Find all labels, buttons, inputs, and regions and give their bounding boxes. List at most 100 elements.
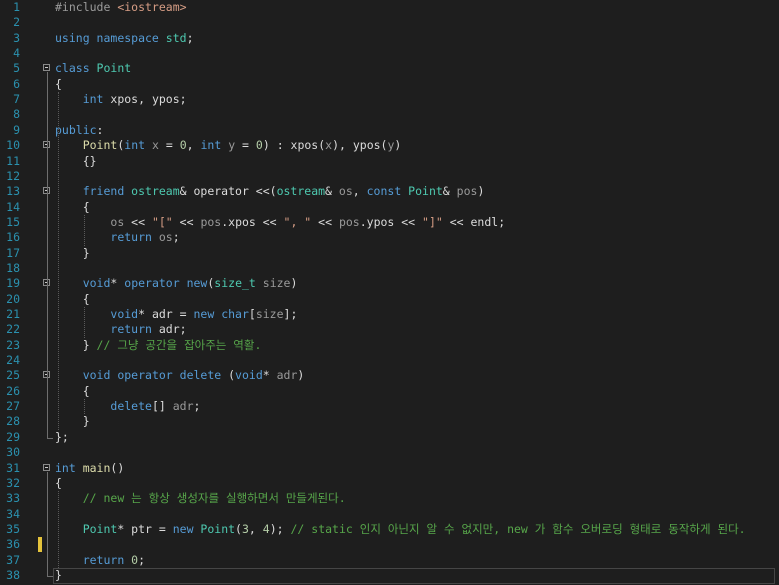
code-line[interactable]: 24 xyxy=(0,353,779,368)
line-number: 18 xyxy=(6,260,20,275)
code-token: ; xyxy=(186,30,194,45)
indent-guide xyxy=(84,307,85,338)
line-number: 13 xyxy=(6,184,20,199)
fold-outline xyxy=(47,195,48,257)
code-line[interactable]: 36 xyxy=(0,537,779,552)
code-token: new xyxy=(193,307,222,321)
code-text: public: xyxy=(55,123,103,138)
code-token: ( xyxy=(228,368,236,383)
code-line[interactable]: 12 xyxy=(0,169,779,184)
code-token: 3 xyxy=(241,521,249,536)
code-line[interactable]: 13 friend ostream& operator <<(ostream& … xyxy=(0,184,779,199)
code-text: }; xyxy=(55,430,69,445)
code-line[interactable]: 9 public: xyxy=(0,123,779,138)
code-token: <iostream> xyxy=(117,0,187,14)
code-line[interactable]: 37 return 0; xyxy=(0,553,779,568)
code-token: x xyxy=(151,138,159,153)
code-token: } xyxy=(55,245,90,260)
code-line[interactable]: 3 using namespace std; xyxy=(0,31,779,46)
code-token: // static 인지 아닌지 알 수 없지만, new 가 함수 오버로딩 … xyxy=(290,521,746,536)
code-line[interactable]: 6{ xyxy=(0,77,779,92)
code-line[interactable]: 11 {} xyxy=(0,154,779,169)
code-line[interactable]: 21 void* adr = new char[size]; xyxy=(0,307,779,322)
code-line[interactable]: 14 { xyxy=(0,200,779,215)
code-line[interactable]: 8 xyxy=(0,107,779,122)
code-text: void* operator new(size_t size) xyxy=(55,276,298,291)
code-token: delete xyxy=(179,368,229,383)
code-line[interactable]: 17 } xyxy=(0,246,779,261)
indent-guide xyxy=(84,214,85,246)
code-token: int xyxy=(124,138,152,153)
code-line[interactable]: 26 { xyxy=(0,384,779,399)
code-line[interactable]: 5 class Point xyxy=(0,61,779,76)
line-number: 28 xyxy=(6,414,20,429)
line-number: 16 xyxy=(6,230,20,245)
code-line[interactable]: 27 delete[] adr; xyxy=(0,399,779,414)
code-line[interactable]: 31 int main() xyxy=(0,461,779,476)
code-line[interactable]: 7 int xpos, ypos; xyxy=(0,92,779,107)
code-line[interactable]: 15 os << "[" << pos.xpos << ", " << pos.… xyxy=(0,215,779,230)
code-token: using xyxy=(55,30,97,45)
code-text: return 0; xyxy=(55,553,145,568)
code-token: * ptr = xyxy=(117,521,173,536)
code-token: 4 xyxy=(262,521,270,536)
fold-outline xyxy=(47,287,48,349)
line-number: 36 xyxy=(6,537,20,552)
code-token: { xyxy=(55,199,90,214)
code-line[interactable]: 19 void* operator new(size_t size) xyxy=(0,276,779,291)
line-number: 2 xyxy=(13,15,20,30)
code-token: ) xyxy=(394,138,402,153)
code-line[interactable]: 2 xyxy=(0,15,779,30)
code-token: = xyxy=(158,138,180,153)
line-number: 30 xyxy=(6,445,20,460)
code-text: using namespace std; xyxy=(55,31,194,46)
code-line[interactable]: 32 { xyxy=(0,476,779,491)
code-text: { xyxy=(55,292,90,307)
unsaved-change-marker xyxy=(38,537,42,553)
line-number: 9 xyxy=(13,122,20,137)
code-token: ]; xyxy=(283,307,298,321)
code-token: * xyxy=(262,368,277,383)
fold-outline-end xyxy=(47,437,53,439)
code-line[interactable]: 29}; xyxy=(0,430,779,445)
collapse-icon[interactable] xyxy=(43,463,50,471)
code-line[interactable]: 16 return os; xyxy=(0,230,779,245)
code-token: }; xyxy=(55,429,69,444)
code-token: ", " xyxy=(283,214,312,229)
code-line[interactable]: 30 xyxy=(0,445,779,460)
code-line[interactable]: 25 void operator delete (void* adr) xyxy=(0,368,779,383)
code-token: ( xyxy=(235,521,242,536)
code-token: << endl; xyxy=(442,214,506,229)
code-token: 0 xyxy=(179,138,187,153)
code-token: ) xyxy=(290,276,298,291)
code-editor[interactable]: 1 #include <iostream> 2 3 using namespace st… xyxy=(0,0,779,585)
code-line[interactable]: 20 { xyxy=(0,292,779,307)
code-line[interactable]: 28 } xyxy=(0,414,779,429)
code-token: {} xyxy=(55,153,97,168)
code-token: int xyxy=(82,92,111,107)
code-line[interactable]: 18 xyxy=(0,261,779,276)
code-token: : xyxy=(96,122,104,137)
collapse-icon[interactable] xyxy=(43,64,50,72)
code-line[interactable]: 4 xyxy=(0,46,779,61)
line-number: 24 xyxy=(6,353,20,368)
code-token: return xyxy=(110,230,159,245)
code-token: delete xyxy=(110,399,152,414)
code-line[interactable]: 34 xyxy=(0,507,779,522)
code-line[interactable]: 1 #include <iostream> xyxy=(0,0,779,15)
code-token: operator xyxy=(124,276,187,291)
code-token: main xyxy=(82,460,111,475)
code-line[interactable]: 33 // new 는 항상 생성자를 실행하면서 만들게된다. xyxy=(0,491,779,506)
code-line[interactable]: 35 Point* ptr = new Point(3, 4); // stat… xyxy=(0,522,779,537)
code-line[interactable]: 22 return adr; xyxy=(0,322,779,337)
code-token: return xyxy=(110,322,159,337)
code-token: ; xyxy=(193,399,201,414)
code-token: void xyxy=(110,307,139,321)
code-line[interactable]: 23 } // 그냥 공간을 잡아주는 역활. xyxy=(0,338,779,353)
code-line[interactable]: 10 Point(int x = 0, int y = 0) : xpos(x)… xyxy=(0,138,779,153)
code-token: const xyxy=(366,184,409,199)
line-number: 23 xyxy=(6,337,20,352)
